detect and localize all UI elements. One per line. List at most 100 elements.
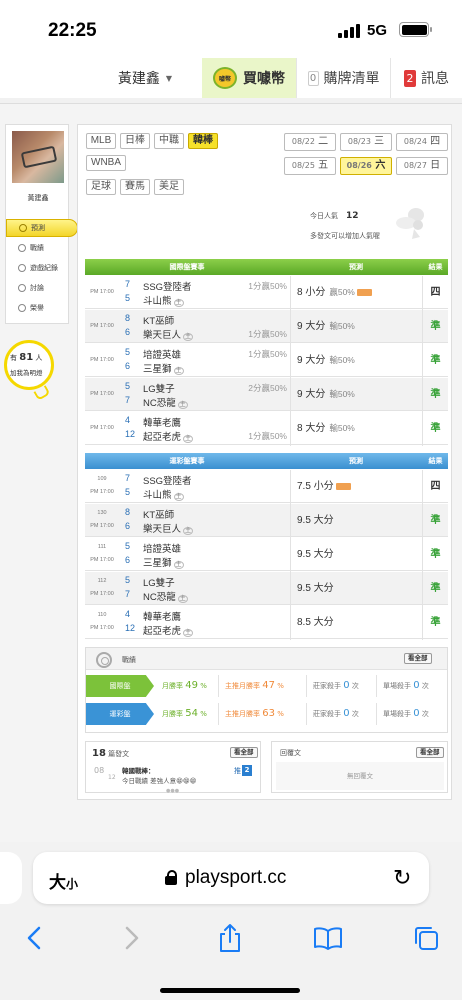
main-value: 63	[262, 708, 275, 719]
day-label: 四	[430, 136, 441, 147]
tag-horse[interactable]: 賽馬	[120, 179, 150, 195]
date-0823[interactable]: 08/23 三	[340, 133, 392, 151]
text-size-button[interactable]: 大小	[49, 868, 78, 893]
table-row[interactable]: 130 PM 17:00 8 KT巫師 6 樂天巨人主 9.5 大分 準	[85, 504, 448, 537]
tabs-icon[interactable]	[406, 918, 446, 958]
bookmarks-icon[interactable]	[308, 918, 348, 958]
table-row[interactable]: 112 PM 17:00 5 LG雙子 7 NC恐龍主 9.5 大分 準	[85, 572, 448, 605]
fairy-icon	[396, 208, 424, 239]
dealer-label: 莊家殺手	[313, 682, 341, 690]
table-row[interactable]: PM 17:00 5 培證英雄 6 三星獅主 1分贏50% 9 大分 輸50% 準	[85, 344, 448, 377]
record-tab[interactable]: 運彩盤	[86, 703, 154, 725]
bulb-icon	[4, 340, 54, 390]
date-0824[interactable]: 08/24 四	[396, 133, 448, 151]
game-time: PM 17:00	[90, 557, 114, 563]
tag-soccer[interactable]: 足球	[86, 179, 116, 195]
away-score: 5	[125, 541, 131, 551]
chevron-down-icon: ▼	[165, 73, 173, 83]
follow-bulb-button[interactable]: 有 81 人 加我為明燈	[4, 340, 62, 402]
replies-view-all-button[interactable]: 看全部	[416, 747, 444, 758]
home-badge: 主	[177, 595, 188, 603]
post-item[interactable]: 08 12 韓國戰棒： 今日戰績 差強人意😁😁😁 推 2	[90, 762, 258, 790]
purchase-count-badge: 0	[307, 70, 319, 86]
tag-nfl[interactable]: 美足	[154, 179, 184, 195]
home-team-cell: 起亞老虎主	[143, 623, 194, 637]
prediction-cell: 7.5 小分	[297, 470, 351, 503]
url-display[interactable]: playsport.cc	[165, 867, 286, 889]
page-body: 黃建鑫 預測 戰績 遊戲紀錄 討論 榮譽 有 81 人 加我為明燈 MLB 日棒…	[0, 104, 462, 842]
back-icon[interactable]	[14, 918, 54, 958]
prediction-cell: 9.5 大分	[297, 504, 334, 537]
sidebar-item-honor[interactable]: 榮譽	[6, 299, 70, 317]
previous-tab-peek[interactable]	[0, 852, 22, 904]
home-team-cell: 斗山熊主	[143, 293, 184, 307]
home-team: 起亞老虎	[143, 432, 182, 443]
date-0825[interactable]: 08/25 五	[284, 157, 336, 175]
home-badge: 主	[183, 333, 194, 341]
away-team: SSG登陸者	[143, 476, 192, 487]
sidebar-item-game-log[interactable]: 遊戲紀錄	[6, 259, 70, 277]
date-0826[interactable]: 08/26 六	[340, 157, 392, 175]
day-label: 二	[318, 136, 329, 147]
messages-button[interactable]: 2 訊息	[390, 58, 462, 98]
bulb-suffix: 人	[35, 354, 43, 362]
table-row[interactable]: PM 17:00 5 LG雙子 7 NC恐龍主 2分贏50% 9 大分 輸50% 準	[85, 378, 448, 411]
table-row[interactable]: 111 PM 17:00 5 培證英雄 6 三星獅主 9.5 大分 準	[85, 538, 448, 571]
tag-mlb[interactable]: MLB	[86, 133, 116, 149]
main-label: 主推月勝率	[225, 710, 260, 718]
tag-npb[interactable]: 日棒	[120, 133, 150, 149]
sidebar-item-discuss[interactable]: 討論	[6, 279, 70, 297]
away-team: 培證英雄	[143, 544, 182, 555]
home-score: 7	[125, 395, 131, 405]
game-number: 111	[97, 544, 107, 550]
purchase-list-button[interactable]: 0 購牌清單	[296, 58, 390, 98]
share-icon[interactable]	[210, 918, 250, 958]
date-0822[interactable]: 08/22 二	[284, 133, 336, 151]
home-badge: 主	[177, 401, 188, 409]
sidebar-item-record[interactable]: 戰績	[6, 239, 70, 257]
record-tab[interactable]: 國際盤	[86, 675, 154, 697]
post-date-day: 12	[108, 774, 116, 781]
reload-icon[interactable]: ↻	[393, 866, 411, 891]
table-row[interactable]: PM 17:00 4 韓華老鷹 12 起亞老虎主 1分贏50% 8 大分 輸50% 準	[85, 412, 448, 445]
post-title: 韓國戰棒：	[122, 767, 155, 775]
tag-wnba[interactable]: WNBA	[86, 155, 126, 171]
home-badge: 主	[183, 435, 194, 443]
browser-toolbar	[0, 918, 462, 968]
buy-coin-button[interactable]: 噱幣 買噱幣	[202, 58, 296, 98]
user-menu[interactable]: 黃建鑫 ▼	[90, 58, 200, 98]
home-team: 樂天巨人	[143, 330, 182, 341]
tag-cpbl[interactable]: 中職	[154, 133, 184, 149]
away-score: 4	[125, 415, 131, 425]
record-view-all-button[interactable]: 看全部	[404, 653, 432, 664]
game-time: PM 17:00	[90, 489, 114, 495]
date-label: 08/27	[403, 161, 427, 170]
forward-icon[interactable]	[112, 918, 152, 958]
posts-view-all-button[interactable]: 看全部	[230, 747, 258, 758]
table-row[interactable]: 109 PM 17:00 7 SSG登陸者 5 斗山熊主 7.5 小分 四	[85, 470, 448, 503]
date-0827[interactable]: 08/27 日	[396, 157, 448, 175]
single-value: 0	[413, 708, 420, 719]
main-label: 主推月勝率	[225, 682, 260, 690]
home-score: 12	[125, 623, 136, 633]
address-bar[interactable]: 大小 playsport.cc ↻	[33, 852, 429, 904]
table-row[interactable]: PM 17:00 7 SSG登陸者 5 斗山熊主 1分贏50% 8 小分 贏50% 四	[85, 276, 448, 309]
table-row[interactable]: 110 PM 17:00 4 韓華老鷹 12 起亞老虎主 8.5 大分 準	[85, 606, 448, 639]
home-badge: 主	[173, 367, 184, 375]
tag-kbo[interactable]: 韓棒	[188, 133, 218, 149]
home-score: 6	[125, 555, 131, 565]
home-score: 5	[125, 293, 131, 303]
handicap-home: 1分贏50%	[248, 431, 287, 441]
date-label: 08/25	[291, 161, 315, 170]
posts-count: 18	[92, 748, 106, 759]
month-value: 54	[185, 708, 198, 719]
table-row[interactable]: PM 17:00 8 KT巫師 6 樂天巨人主 1分贏50% 9 大分 輸50% 準	[85, 310, 448, 343]
home-team: 樂天巨人	[143, 524, 182, 535]
home-team: 起亞老虎	[143, 626, 182, 637]
game-number: 130	[97, 510, 107, 516]
avatar[interactable]	[12, 131, 64, 183]
home-team-cell: 斗山熊主	[143, 487, 184, 501]
lottery-table-header: 運彩盤賽事 預測 結果	[85, 453, 448, 469]
sidebar-item-predict[interactable]: 預測	[6, 219, 78, 237]
single-killer: 單場殺手 0 次	[376, 703, 447, 725]
